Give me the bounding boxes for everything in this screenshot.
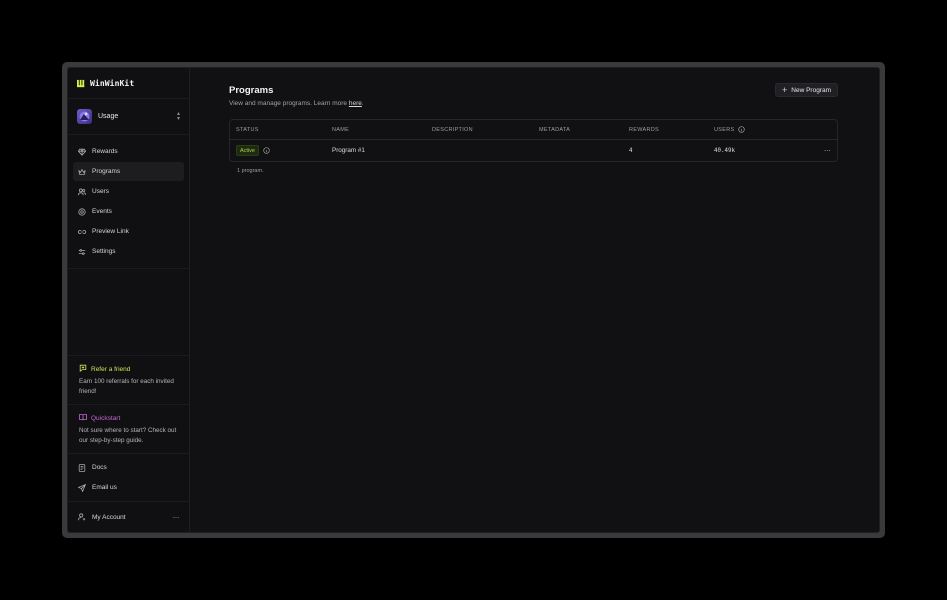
- new-program-label: New Program: [791, 86, 831, 94]
- sidebar-item-programs[interactable]: Programs: [73, 162, 184, 181]
- support-links: Docs Email us: [68, 453, 189, 501]
- subtitle-text: View and manage programs. Learn more: [229, 100, 349, 107]
- sidebar-item-label: Rewards: [92, 148, 118, 155]
- column-metadata: METADATA: [539, 126, 571, 133]
- brand[interactable]: WinWinKit: [68, 68, 189, 99]
- more-horizontal-icon[interactable]: ···: [173, 513, 180, 522]
- app-frame: WinWinKit Usage ▴ ▾ Rewards Programs Use…: [62, 62, 885, 538]
- brand-name: WinWinKit: [90, 78, 135, 88]
- new-program-button[interactable]: + New Program: [775, 83, 838, 97]
- column-rewards: REWARDS: [629, 126, 660, 133]
- learn-more-link[interactable]: here: [349, 100, 362, 107]
- program-name-cell[interactable]: Program #1: [332, 147, 432, 154]
- sliders-icon: [78, 248, 86, 256]
- plus-icon: +: [782, 85, 788, 95]
- quickstart-card[interactable]: Quickstart Not sure where to start? Chec…: [68, 404, 189, 453]
- main-nav: Rewards Programs Users Events Preview Li…: [68, 135, 189, 269]
- refer-friend-text: Earn 100 referrals for each invited frie…: [79, 378, 174, 395]
- user-cog-icon: [78, 513, 86, 521]
- users-icon: [78, 188, 86, 196]
- account-label: My Account: [92, 513, 126, 521]
- sidebar-item-label: Settings: [92, 248, 116, 255]
- column-users: USERS: [714, 126, 817, 133]
- sidebar: WinWinKit Usage ▴ ▾ Rewards Programs Use…: [68, 68, 190, 532]
- status-badge: Active: [236, 145, 259, 156]
- sidebar-item-users[interactable]: Users: [73, 182, 184, 201]
- subtitle-period: .: [361, 100, 364, 107]
- users-cell: 40.49k: [714, 147, 735, 154]
- link-icon: [78, 228, 86, 236]
- main-content: Programs View and manage programs. Learn…: [190, 68, 879, 532]
- quickstart-text: Not sure where to start? Check out our s…: [79, 427, 177, 444]
- column-status: STATUS: [236, 126, 259, 133]
- info-icon[interactable]: [738, 126, 746, 133]
- target-icon: [78, 207, 86, 216]
- email-us-link[interactable]: Email us: [73, 478, 184, 497]
- workspace-name: Usage: [98, 113, 119, 120]
- account-menu[interactable]: My Account ···: [68, 501, 189, 532]
- doc-icon: [78, 463, 86, 472]
- refer-friend-title: Refer a friend: [79, 364, 178, 374]
- table-row[interactable]: Active Program #1 4 40.49k ···: [230, 140, 837, 161]
- refer-friend-label: Refer a friend: [91, 365, 131, 373]
- table-count: 1 program.: [237, 168, 264, 174]
- sidebar-item-label: Programs: [92, 168, 121, 175]
- sidebar-item-settings[interactable]: Settings: [73, 242, 184, 261]
- book-open-icon: [79, 413, 87, 423]
- sidebar-item-preview-link[interactable]: Preview Link: [73, 222, 184, 241]
- rewards-cell: 4: [629, 147, 633, 154]
- column-users-label: USERS: [714, 126, 735, 133]
- docs-link[interactable]: Docs: [73, 458, 184, 477]
- sidebar-item-events[interactable]: Events: [73, 202, 184, 221]
- column-description: DESCRIPTION: [432, 126, 473, 133]
- sidebar-item-label: Preview Link: [92, 228, 129, 235]
- column-name: NAME: [332, 126, 350, 133]
- sidebar-item-label: Users: [92, 188, 109, 195]
- page-header-text: Programs View and manage programs. Learn…: [229, 85, 364, 107]
- send-icon: [78, 483, 86, 492]
- workspace-avatar: [77, 109, 92, 124]
- quickstart-label: Quickstart: [91, 414, 121, 422]
- chevrons-up-down-icon: ▴ ▾: [176, 110, 180, 122]
- app-window: WinWinKit Usage ▴ ▾ Rewards Programs Use…: [67, 67, 880, 533]
- docs-link-label: Docs: [92, 464, 107, 471]
- refer-friend-card[interactable]: Refer a friend Earn 100 referrals for ea…: [68, 355, 189, 404]
- info-icon[interactable]: [263, 147, 270, 154]
- status-cell: Active: [236, 145, 332, 156]
- workspace-switcher[interactable]: Usage ▴ ▾: [68, 99, 189, 135]
- page-title: Programs: [229, 85, 274, 96]
- crown-icon: [78, 168, 86, 176]
- page-header: Programs View and manage programs. Learn…: [229, 83, 838, 107]
- programs-table: STATUS NAME DESCRIPTION METADATA REWARDS…: [229, 119, 838, 162]
- gem-icon: [78, 148, 86, 156]
- row-actions-more-icon[interactable]: ···: [817, 146, 837, 155]
- email-us-label: Email us: [92, 484, 117, 491]
- sidebar-item-label: Events: [92, 208, 112, 215]
- sidebar-item-rewards[interactable]: Rewards: [73, 142, 184, 161]
- brand-logo-icon: [77, 79, 85, 87]
- page-subtitle: View and manage programs. Learn more her…: [229, 100, 364, 107]
- table-header: STATUS NAME DESCRIPTION METADATA REWARDS…: [230, 120, 837, 140]
- message-plus-icon: [79, 364, 87, 374]
- quickstart-title: Quickstart: [79, 413, 178, 423]
